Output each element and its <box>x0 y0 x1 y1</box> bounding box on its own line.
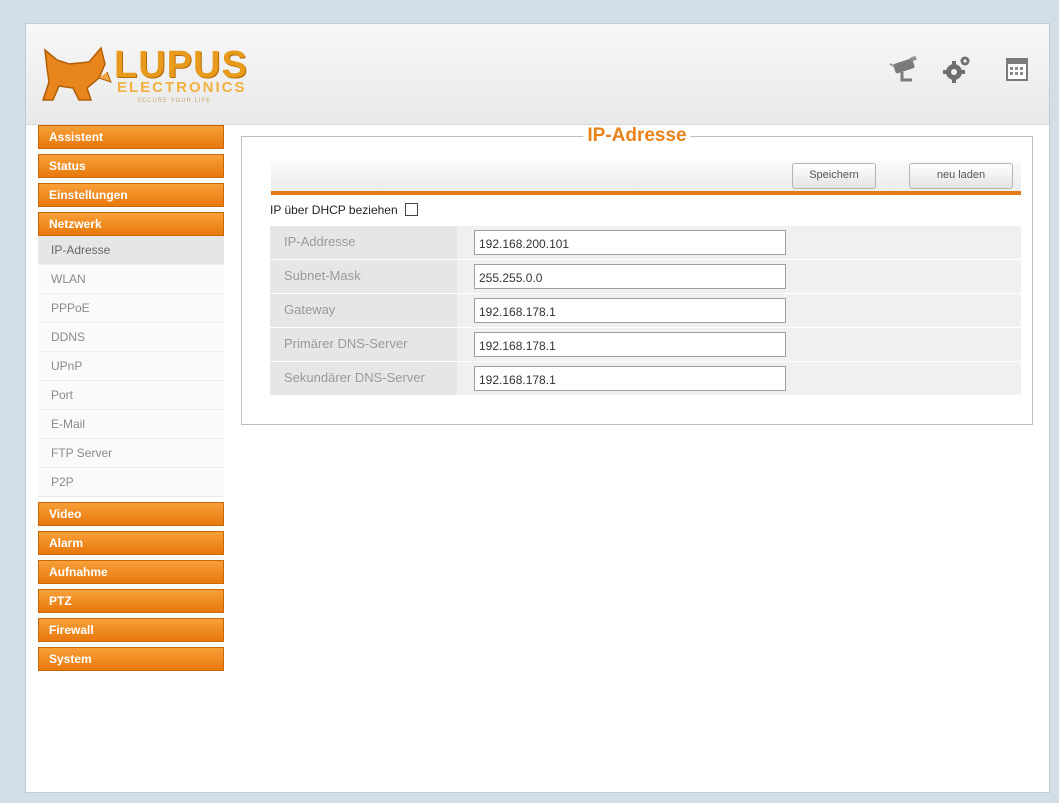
sidebar-item-video[interactable]: Video <box>38 502 224 526</box>
app-frame: LUPUS ELECTRONICS SECURE YOUR LIFE Assis… <box>25 23 1050 793</box>
secondary-dns-label: Sekundärer DNS-Server <box>270 362 457 395</box>
calendar-icon[interactable] <box>1000 52 1034 86</box>
dhcp-checkbox[interactable] <box>404 203 418 216</box>
subnet-mask-label: Subnet-Mask <box>270 260 457 293</box>
sidebar-item-firewall[interactable]: Firewall <box>38 618 224 642</box>
sidebar-item-ptz[interactable]: PTZ <box>38 589 224 613</box>
sidebar-subitem-ip-adresse[interactable]: IP-Adresse <box>38 236 224 265</box>
dhcp-label: IP über DHCP beziehen <box>270 203 398 217</box>
sidebar-item-aufnahme[interactable]: Aufnahme <box>38 560 224 584</box>
gateway-field[interactable] <box>474 298 786 323</box>
primary-dns-label: Primärer DNS-Server <box>270 328 457 361</box>
sidebar-item-netzwerk[interactable]: Netzwerk <box>38 212 224 236</box>
camera-icon[interactable] <box>888 52 922 86</box>
sidebar-subitem-email[interactable]: E-Mail <box>38 410 224 439</box>
lupus-logo[interactable]: LUPUS ELECTRONICS SECURE YOUR LIFE <box>39 36 259 106</box>
ip-address-panel: IP-Adresse Speichern neu laden IP über D… <box>241 125 1033 425</box>
sidebar-subitem-upnp[interactable]: UPnP <box>38 352 224 381</box>
fox-logo-icon <box>41 46 112 101</box>
table-row: Subnet-Mask <box>270 260 1021 293</box>
settings-gear-icon[interactable] <box>940 52 974 86</box>
subnet-mask-field[interactable] <box>474 264 786 289</box>
sidebar-subitem-wlan[interactable]: WLAN <box>38 265 224 294</box>
save-button[interactable]: Speichern <box>792 163 876 189</box>
network-submenu: IP-Adresse WLAN PPPoE DDNS UPnP Port E-M… <box>38 236 224 497</box>
logo-tagline: SECURE YOUR LIFE <box>137 98 212 104</box>
panel-title: IP-Adresse <box>583 125 691 147</box>
sidebar-subitem-port[interactable]: Port <box>38 381 224 410</box>
header: LUPUS ELECTRONICS SECURE YOUR LIFE <box>26 24 1049 125</box>
sidebar-item-einstellungen[interactable]: Einstellungen <box>38 183 224 207</box>
gateway-label: Gateway <box>270 294 457 327</box>
sidebar-item-assistent[interactable]: Assistent <box>38 125 224 149</box>
table-row: Sekundärer DNS-Server <box>270 362 1021 395</box>
sidebar-subitem-ftp-server[interactable]: FTP Server <box>38 439 224 468</box>
sidebar: Assistent Status Einstellungen Netzwerk … <box>38 125 224 676</box>
sidebar-subitem-ddns[interactable]: DDNS <box>38 323 224 352</box>
table-row: Gateway <box>270 294 1021 327</box>
primary-dns-field[interactable] <box>474 332 786 357</box>
toolbar: Speichern neu laden <box>271 161 1021 195</box>
table-row: Primärer DNS-Server <box>270 328 1021 361</box>
secondary-dns-field[interactable] <box>474 366 786 391</box>
ip-settings-table: IP-Addresse Subnet-Mask Gateway Primärer… <box>270 226 1021 396</box>
table-row: IP-Addresse <box>270 226 1021 259</box>
logo-subtitle: ELECTRONICS <box>117 79 247 96</box>
ip-address-label: IP-Addresse <box>270 226 457 259</box>
dhcp-option: IP über DHCP beziehen <box>270 203 418 217</box>
sidebar-subitem-pppoe[interactable]: PPPoE <box>38 294 224 323</box>
reload-button[interactable]: neu laden <box>909 163 1013 189</box>
sidebar-item-alarm[interactable]: Alarm <box>38 531 224 555</box>
ip-address-field[interactable] <box>474 230 786 255</box>
sidebar-item-status[interactable]: Status <box>38 154 224 178</box>
sidebar-subitem-p2p[interactable]: P2P <box>38 468 224 497</box>
sidebar-item-system[interactable]: System <box>38 647 224 671</box>
